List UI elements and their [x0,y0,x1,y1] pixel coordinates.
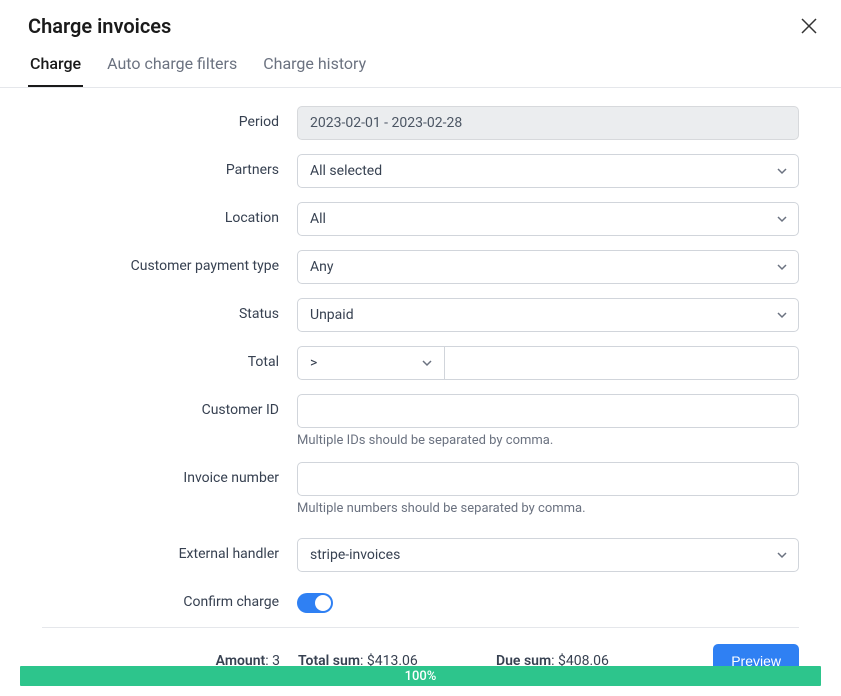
modal-header: Charge invoices [0,0,841,38]
customer-id-label: Customer ID [42,394,297,418]
form-container: Period 2023-02-01 - 2023-02-28 Partners … [0,88,841,696]
form-row-customer-id: Customer ID Multiple IDs should be separ… [42,394,799,448]
total-value-input[interactable] [445,346,799,380]
partners-label: Partners [42,154,297,178]
confirm-charge-label: Confirm charge [42,586,297,610]
invoice-number-label: Invoice number [42,462,297,486]
form-row-location: Location All [42,202,799,236]
close-icon [800,17,818,35]
total-operator-select[interactable]: > [297,346,445,380]
period-label: Period [42,106,297,130]
form-row-external-handler: External handler stripe-invoices [42,538,799,572]
total-operator-value: > [310,355,317,371]
tab-auto-charge-filters[interactable]: Auto charge filters [105,54,239,87]
charge-invoices-modal: Charge invoices Charge Auto charge filte… [0,0,841,696]
tab-charge[interactable]: Charge [28,54,83,87]
form-row-total: Total > [42,346,799,380]
external-handler-label: External handler [42,538,297,562]
form-row-partners: Partners All selected [42,154,799,188]
partners-select[interactable]: All selected [297,154,799,188]
customer-id-input[interactable] [297,394,799,428]
form-row-confirm-charge: Confirm charge [42,586,799,613]
form-row-status: Status Unpaid [42,298,799,332]
external-handler-select[interactable]: stripe-invoices [297,538,799,572]
separator [42,627,799,628]
form-row-invoice-number: Invoice number Multiple numbers should b… [42,462,799,516]
progress-bar: 100% [20,666,821,686]
period-value: 2023-02-01 - 2023-02-28 [310,115,462,131]
form-row-payment-type: Customer payment type Any [42,250,799,284]
status-label: Status [42,298,297,322]
tab-charge-history[interactable]: Charge history [261,54,368,87]
payment-type-select[interactable]: Any [297,250,799,284]
chevron-down-icon [420,356,434,370]
location-label: Location [42,202,297,226]
status-select[interactable]: Unpaid [297,298,799,332]
confirm-charge-toggle[interactable] [297,593,333,613]
toggle-knob [315,595,331,611]
location-value: All [310,211,326,227]
payment-type-label: Customer payment type [42,250,297,274]
payment-type-value: Any [310,259,334,275]
external-handler-value: stripe-invoices [310,547,400,563]
form-row-period: Period 2023-02-01 - 2023-02-28 [42,106,799,140]
close-button[interactable] [797,14,821,38]
total-label: Total [42,346,297,370]
partners-value: All selected [310,163,382,179]
tabs: Charge Auto charge filters Charge histor… [0,38,841,88]
progress-percent: 100% [405,669,437,684]
location-select[interactable]: All [297,202,799,236]
invoice-number-help: Multiple numbers should be separated by … [297,501,799,516]
period-field: 2023-02-01 - 2023-02-28 [297,106,799,140]
customer-id-help: Multiple IDs should be separated by comm… [297,433,799,448]
invoice-number-input[interactable] [297,462,799,496]
status-value: Unpaid [310,307,354,323]
modal-title: Charge invoices [28,14,171,38]
